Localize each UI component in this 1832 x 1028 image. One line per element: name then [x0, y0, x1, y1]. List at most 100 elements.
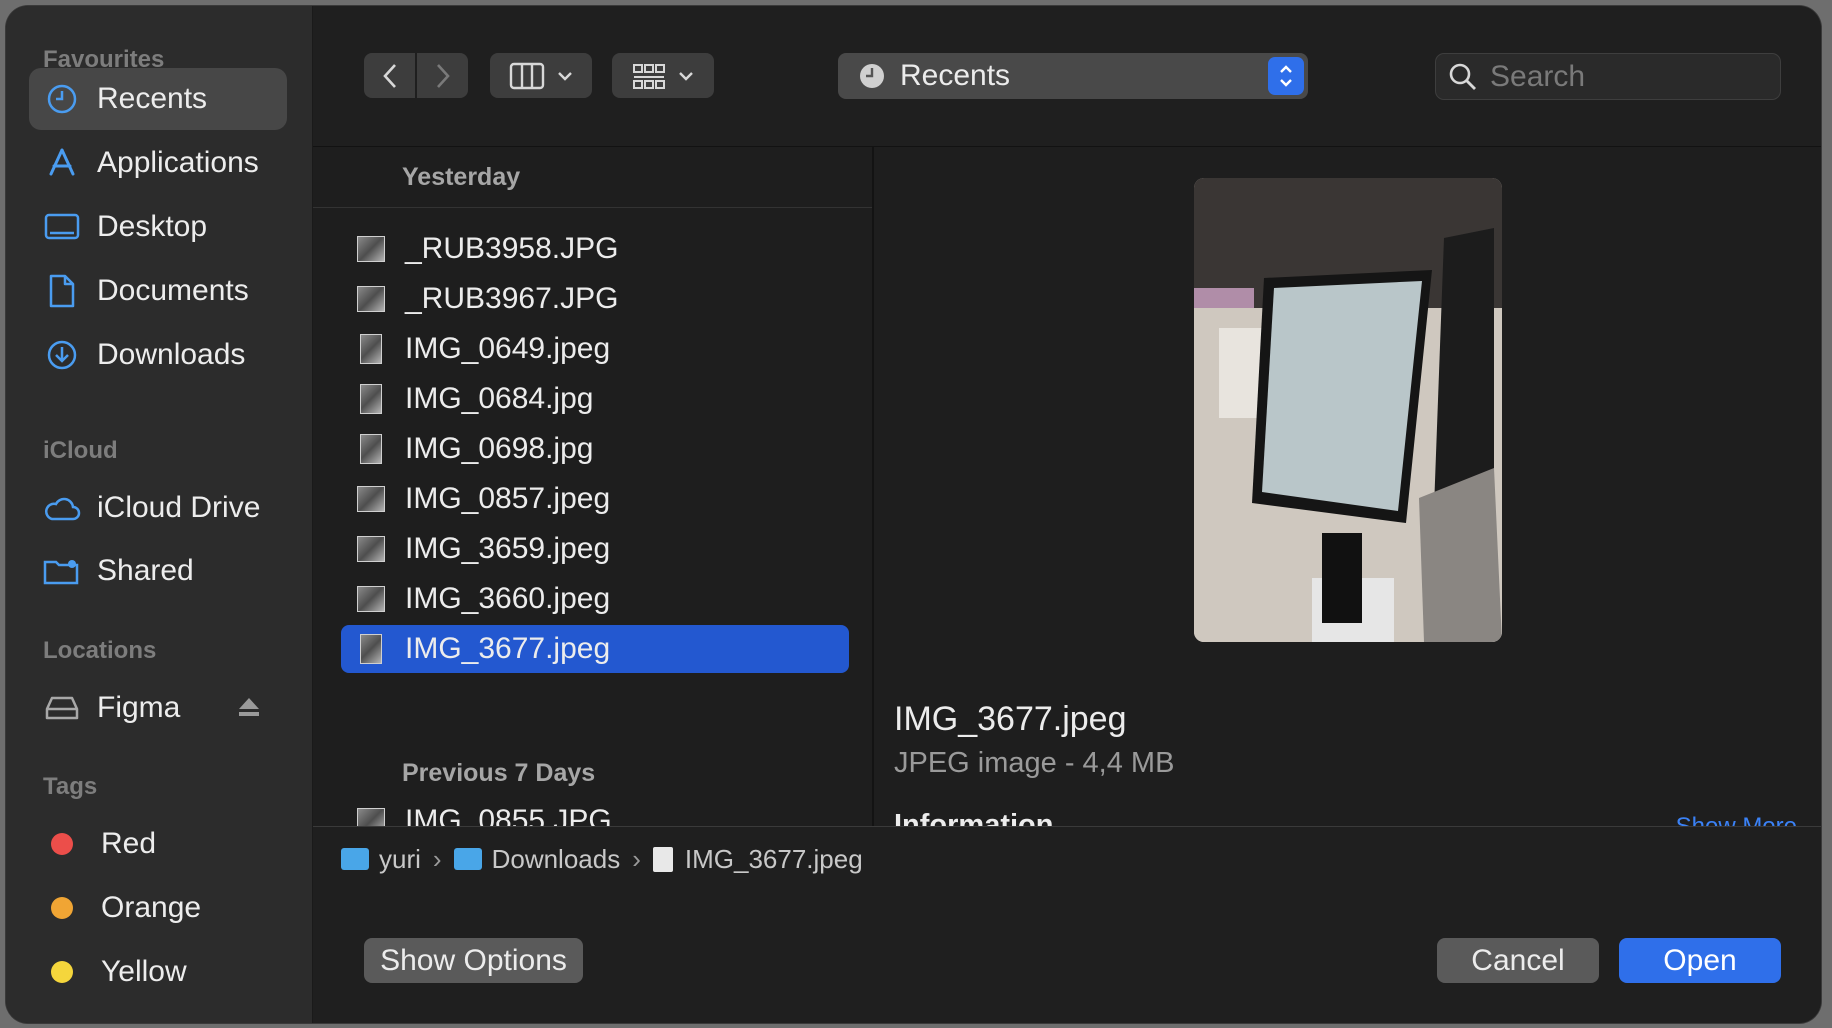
- sidebar-item-label: Desktop: [97, 210, 208, 243]
- chevron-down-icon: [679, 71, 693, 81]
- group-title: Yesterday: [402, 162, 521, 191]
- sidebar-tag-red[interactable]: Red: [29, 813, 287, 875]
- group-header: Previous 7 Days: [313, 743, 872, 803]
- sidebar-item-shared[interactable]: Shared: [29, 540, 287, 602]
- clock-icon: [858, 62, 886, 90]
- image-thumbnail-icon: [357, 486, 385, 512]
- file-name: IMG_0857.jpeg: [405, 482, 611, 515]
- sidebar-item-downloads[interactable]: Downloads: [29, 324, 287, 386]
- file-name: _RUB3967.JPG: [405, 282, 619, 315]
- sidebar-item-label: Figma: [97, 691, 181, 724]
- sidebar-item-label: Yellow: [101, 955, 187, 988]
- sidebar-item-applications[interactable]: Applications: [29, 132, 287, 194]
- path-bar: yuri › Downloads › IMG_3677.jpeg: [313, 826, 1821, 892]
- search-field[interactable]: [1435, 53, 1781, 100]
- toolbar: Recents: [313, 6, 1821, 147]
- breadcrumb-downloads[interactable]: Downloads: [453, 843, 621, 875]
- sidebar-item-desktop[interactable]: Desktop: [29, 196, 287, 258]
- sidebar-tag-orange[interactable]: Orange: [29, 877, 287, 939]
- sidebar-item-recents[interactable]: Recents: [29, 68, 287, 130]
- tag-color-dot: [51, 897, 73, 919]
- back-button[interactable]: [364, 53, 415, 98]
- file-icon: [652, 846, 673, 872]
- sidebar-item-label: Documents: [97, 274, 249, 307]
- search-input[interactable]: [1488, 58, 1772, 95]
- location-label: Recents: [900, 59, 1011, 92]
- sidebar-item-label: Downloads: [97, 338, 246, 371]
- file-name: IMG_3659.jpeg: [405, 532, 611, 565]
- tag-color-dot: [51, 961, 73, 983]
- file-row[interactable]: IMG_0857.jpeg: [341, 475, 849, 523]
- file-row[interactable]: IMG_0649.jpeg: [341, 325, 849, 373]
- file-name: IMG_3677.jpeg: [405, 632, 611, 665]
- sidebar-item-figma[interactable]: Figma: [29, 677, 287, 739]
- clock-icon: [42, 79, 82, 119]
- sidebar-tag-yellow[interactable]: Yellow: [29, 941, 287, 1003]
- file-row[interactable]: IMG_0698.jpg: [341, 425, 849, 473]
- preview-file-name: IMG_3677.jpeg: [894, 700, 1127, 738]
- desktop-icon: [42, 207, 82, 247]
- chevron-left-icon: [382, 63, 396, 88]
- applications-icon: [42, 143, 82, 183]
- sidebar-item-icloud-drive[interactable]: iCloud Drive: [29, 477, 287, 539]
- breadcrumb-label: yuri: [379, 843, 421, 874]
- breadcrumb-label: IMG_3677.jpeg: [684, 843, 863, 874]
- file-row[interactable]: _RUB3967.JPG: [341, 275, 849, 323]
- chevron-right-icon: ›: [632, 843, 641, 874]
- group-header: Yesterday: [313, 147, 872, 208]
- show-options-button[interactable]: Show Options: [364, 938, 583, 983]
- section-title-tags: Tags: [43, 773, 98, 800]
- location-popup[interactable]: Recents: [838, 53, 1308, 99]
- file-name: IMG_3660.jpeg: [405, 582, 611, 615]
- file-name: IMG_0684.jpg: [405, 382, 594, 415]
- image-thumbnail-icon: [357, 286, 385, 312]
- section-title-locations: Locations: [43, 637, 157, 664]
- file-name: IMG_0698.jpg: [405, 432, 594, 465]
- preview-image: [1194, 178, 1502, 642]
- downloads-icon: [42, 335, 82, 375]
- image-thumbnail-icon: [360, 634, 382, 664]
- sidebar-item-label: Applications: [97, 146, 259, 179]
- file-name: IMG_0855.JPG: [405, 804, 612, 826]
- image-thumbnail-icon: [360, 384, 382, 414]
- file-row[interactable]: IMG_3660.jpeg: [341, 575, 849, 623]
- image-thumbnail-icon: [357, 586, 385, 612]
- columns-view-icon: [509, 62, 545, 89]
- group-by-button[interactable]: [612, 53, 714, 98]
- breadcrumb-label: Downloads: [491, 843, 621, 874]
- show-more-link[interactable]: Show More: [1676, 813, 1797, 826]
- file-row[interactable]: IMG_0684.jpg: [341, 375, 849, 423]
- file-row[interactable]: IMG_3659.jpeg: [341, 525, 849, 573]
- section-title-icloud: iCloud: [43, 437, 118, 464]
- drive-icon: [42, 688, 82, 728]
- cloud-icon: [42, 488, 82, 528]
- forward-button[interactable]: [417, 53, 468, 98]
- shared-folder-icon: [42, 551, 82, 591]
- file-name: _RUB3958.JPG: [405, 232, 619, 265]
- downloads-folder-icon: [453, 848, 482, 870]
- preview-file-kind: JPEG image - 4,4 MB: [894, 747, 1175, 779]
- cancel-button[interactable]: Cancel: [1437, 938, 1599, 983]
- breadcrumb-file[interactable]: IMG_3677.jpeg: [652, 843, 863, 875]
- tag-color-dot: [51, 833, 73, 855]
- sidebar: Favourites Recents Applications Desktop …: [6, 6, 313, 1023]
- view-mode-button[interactable]: [490, 53, 592, 98]
- file-row[interactable]: IMG_0855.JPG: [341, 797, 849, 826]
- sidebar-item-label: Recents: [97, 82, 208, 115]
- grid-group-icon: [633, 63, 665, 89]
- sidebar-item-documents[interactable]: Documents: [29, 260, 287, 322]
- information-heading: Information: [894, 809, 1054, 826]
- sidebar-item-label: Red: [101, 827, 157, 860]
- dialog-footer: Show Options Cancel Open: [313, 891, 1821, 1023]
- chevron-right-icon: ›: [432, 843, 442, 874]
- open-button[interactable]: Open: [1619, 938, 1781, 983]
- file-row-selected[interactable]: IMG_3677.jpeg: [341, 625, 849, 673]
- updown-chevron-icon: [1268, 57, 1304, 95]
- eject-icon[interactable]: [237, 696, 261, 723]
- file-open-dialog: Favourites Recents Applications Desktop …: [6, 6, 1821, 1023]
- image-thumbnail-icon: [357, 808, 385, 826]
- image-thumbnail-icon: [360, 334, 382, 364]
- image-thumbnail-icon: [360, 434, 382, 464]
- file-row[interactable]: _RUB3958.JPG: [341, 225, 849, 273]
- breadcrumb-home[interactable]: yuri: [341, 844, 421, 875]
